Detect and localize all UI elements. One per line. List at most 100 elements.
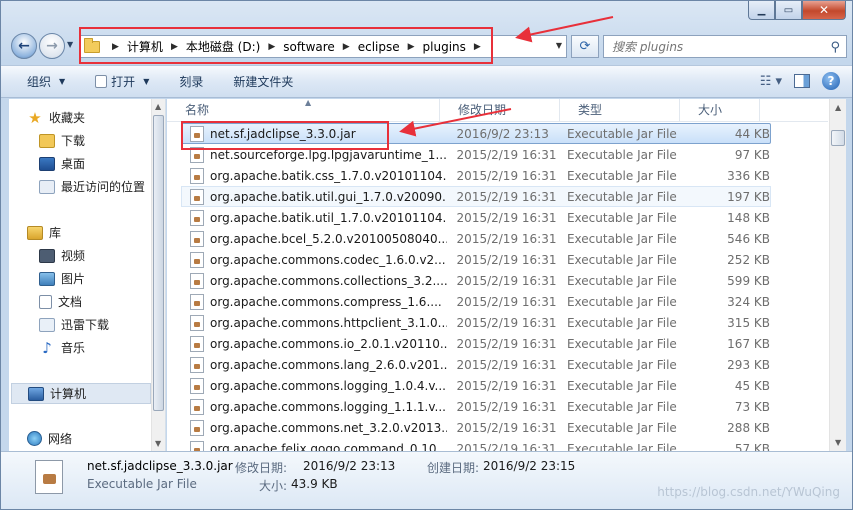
table-row[interactable]: org.apache.commons.io_2.0.1.v20110... 20… [181,333,771,354]
refresh-icon: ⟳ [579,39,591,54]
details-modified-value: 2016/9/2 23:13 [303,459,396,473]
table-row[interactable]: org.apache.commons.logging_1.0.4.v... 20… [181,375,771,396]
sidebar-item-desktop[interactable]: 桌面 [39,155,85,172]
file-list-scrollbar[interactable]: ▲ ▼ [829,99,846,451]
chevron-down-icon: ▼ [143,77,150,86]
sidebar-item-label: 下载 [61,134,86,148]
chevron-right-icon[interactable]: ▶ [408,42,415,52]
breadcrumb-eclipse[interactable]: eclipse [358,40,400,54]
jar-file-icon [190,314,204,331]
column-type[interactable]: 类型 [560,99,680,122]
sidebar-item-computer[interactable]: 计算机 [11,383,151,404]
sidebar-item-videos[interactable]: 视频 [39,247,85,264]
preview-pane-icon[interactable] [794,74,810,88]
sidebar-item-favorites[interactable]: ★ 收藏夹 [27,109,85,126]
table-row[interactable]: net.sf.jadclipse_3.3.0.jar 2016/9/2 23:1… [181,123,771,144]
jar-file-icon [190,209,204,226]
close-button[interactable]: ✕ [802,1,846,20]
star-icon: ★ [28,108,42,127]
sidebar-item-label: 收藏夹 [49,111,86,125]
search-input[interactable] [612,39,822,54]
thunder-download-icon [39,317,55,332]
chevron-right-icon[interactable]: ▶ [171,42,178,52]
table-row[interactable]: org.apache.batik.util_1.7.0.v20101104...… [181,207,771,228]
breadcrumb-computer[interactable]: 计算机 [127,38,163,55]
sidebar-item-documents[interactable]: 文档 [39,293,82,310]
recent-pages-dropdown[interactable]: ▼ [67,40,73,49]
breadcrumb-drive-d[interactable]: 本地磁盘 (D:) [186,38,260,55]
table-row[interactable]: net.sourceforge.lpg.lpgjavaruntime_1... … [181,144,771,165]
scroll-up-icon[interactable]: ▲ [155,102,161,111]
table-row[interactable]: org.apache.commons.httpclient_3.1.0.... … [181,312,771,333]
scroll-up-icon[interactable]: ▲ [835,103,841,112]
library-icon [27,225,43,240]
table-row[interactable]: org.apache.commons.logging_1.1.1.v... 20… [181,396,771,417]
jar-file-icon [190,335,204,352]
column-date[interactable]: 修改日期 [440,99,560,122]
chevron-down-icon[interactable]: ▼ [556,41,562,50]
file-date: 2015/2/19 16:31 [456,210,557,225]
table-row[interactable]: org.apache.commons.compress_1.6.... 2015… [181,291,771,312]
chevron-right-icon[interactable]: ▶ [343,42,350,52]
new-folder-button[interactable]: 新建文件夹 [233,73,293,90]
file-size: 336 KB [727,168,770,183]
sidebar-item-thunder-downloads[interactable]: 迅雷下载 [39,316,109,333]
file-name: org.apache.commons.logging_1.0.4.v... [210,378,446,393]
table-row[interactable]: org.apache.commons.net_3.2.0.v2013... 20… [181,417,771,438]
file-size: 45 KB [734,378,770,393]
scroll-down-icon[interactable]: ▼ [835,438,841,447]
search-box[interactable]: ⚲ [603,35,847,58]
document-icon [39,294,52,309]
view-options-icon[interactable]: ☷ ▾ [760,74,782,89]
jar-file-icon [190,125,204,142]
details-pane: net.sf.jadclipse_3.3.0.jar Executable Ja… [1,451,852,509]
address-bar[interactable]: ▶ 计算机 ▶ 本地磁盘 (D:) ▶ software ▶ eclipse ▶… [79,35,567,58]
sidebar-item-pictures[interactable]: 图片 [39,270,85,287]
help-icon[interactable]: ? [822,72,840,90]
chevron-right-icon[interactable]: ▶ [112,42,119,52]
search-icon[interactable]: ⚲ [830,40,840,55]
sidebar-item-libraries[interactable]: 库 [27,224,61,241]
column-size[interactable]: 大小 [680,99,760,122]
sidebar-scrollbar[interactable]: ▲ ▼ [151,99,165,451]
table-row[interactable]: org.apache.batik.util.gui_1.7.0.v20090..… [181,186,771,207]
file-name: org.apache.commons.io_2.0.1.v20110... [210,336,447,351]
table-row[interactable]: org.apache.commons.collections_3.2.... 2… [181,270,771,291]
sidebar-item-music[interactable]: ♪ 音乐 [39,339,85,356]
breadcrumb-plugins[interactable]: plugins [423,40,466,54]
file-name: org.apache.commons.net_3.2.0.v2013... [210,420,447,435]
sidebar-item-network[interactable]: 网络 [27,430,72,447]
table-row[interactable]: org.apache.commons.codec_1.6.0.v2... 201… [181,249,771,270]
table-row[interactable]: org.apache.bcel_5.2.0.v20100508040... 20… [181,228,771,249]
breadcrumb-software[interactable]: software [283,40,335,54]
file-date: 2015/2/19 16:31 [456,378,557,393]
back-button[interactable]: ← [11,33,37,59]
chevron-right-icon[interactable]: ▶ [268,42,275,52]
burn-button[interactable]: 刻录 [179,73,203,90]
scroll-thumb[interactable] [153,115,164,411]
minimize-button[interactable]: ▁ [748,1,775,20]
file-date: 2015/2/19 16:31 [456,147,557,162]
file-type: Executable Jar File [566,441,677,452]
scroll-thumb[interactable] [831,130,845,146]
chevron-right-icon[interactable]: ▶ [474,42,481,52]
file-date: 2015/2/19 16:31 [456,336,557,351]
forward-button[interactable]: → [39,33,65,59]
table-row[interactable]: org.apache.batik.css_1.7.0.v20101104... … [181,165,771,186]
file-type: Executable Jar File [566,273,677,288]
table-row[interactable]: org.apache.commons.lang_2.6.0.v201... 20… [181,354,771,375]
column-name[interactable]: 名称 [167,99,440,122]
sidebar-item-downloads[interactable]: 下载 [39,132,85,149]
sidebar-item-recent-places[interactable]: 最近访问的位置 [39,178,145,195]
table-row[interactable]: org.apache.felix.gogo.command_0.10.... 2… [181,438,771,451]
refresh-button[interactable]: ⟳ [571,35,599,58]
folder-icon [84,37,100,53]
sidebar-item-label: 网络 [48,432,73,446]
file-type: Executable Jar File [566,126,677,141]
scroll-down-icon[interactable]: ▼ [155,439,161,448]
maximize-button[interactable]: ▭ [775,1,802,20]
open-button[interactable]: 打开 ▼ [95,73,149,90]
jar-file-icon [190,167,204,184]
jar-file-icon [190,356,204,373]
organize-button[interactable]: 组织 ▼ [27,73,65,90]
